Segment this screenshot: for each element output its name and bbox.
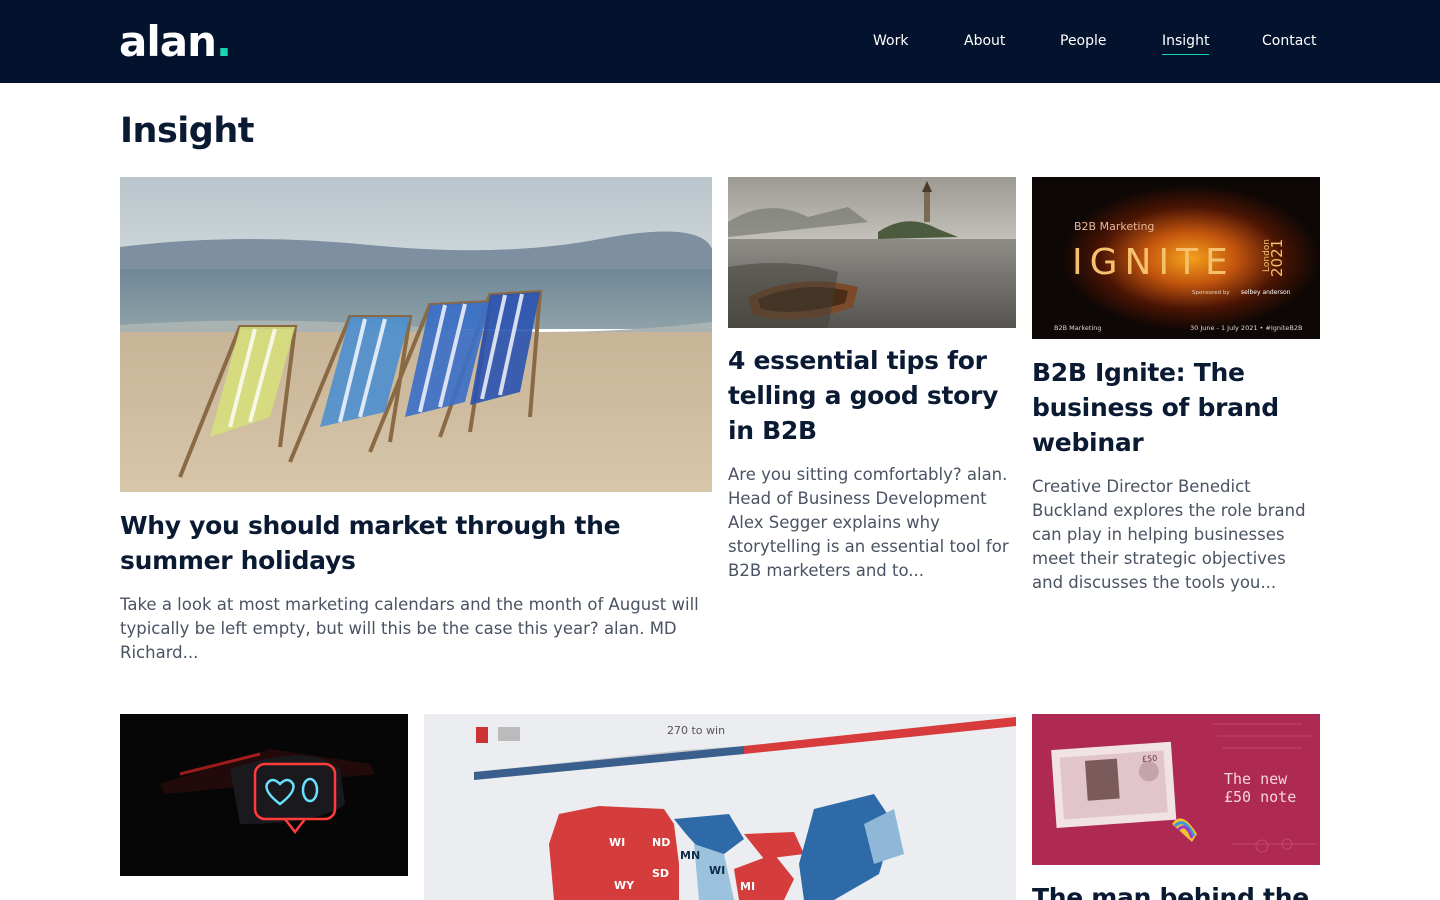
ignite-year-text: 2021 (1268, 239, 1286, 277)
nav-about[interactable]: About (964, 32, 1005, 54)
state-label: ND (652, 836, 670, 849)
ignite-sponsor-name: selbey anderson (1241, 289, 1291, 296)
state-label: WI (609, 836, 625, 849)
article-title[interactable]: The man behind the (1032, 880, 1320, 900)
ignite-sponsor-text: Sponsored by (1192, 290, 1230, 296)
nav-insight[interactable]: Insight (1162, 32, 1210, 55)
article-title[interactable]: Why you should market through the summer… (120, 508, 712, 578)
article-excerpt: Are you sitting comfortably? alan. Head … (728, 465, 1009, 580)
site-header: alan. Work About People Insight Contact (0, 0, 1440, 83)
article-card[interactable] (120, 714, 408, 900)
article-card[interactable]: 4 essential tips for telling a good stor… (728, 177, 1016, 597)
nav-people[interactable]: People (1060, 32, 1107, 54)
article-card[interactable]: B2B Marketing IGNITE London 2021 Sponsor… (1032, 177, 1320, 607)
state-label: WY (614, 879, 635, 892)
article-title[interactable]: B2B Ignite: The business of brand webina… (1032, 355, 1320, 460)
us-election-map-image[interactable]: 270 to win WI ND MN SD WY WI MI (424, 714, 1016, 900)
fifty-pound-note-image[interactable]: £50 The new £50 note (1032, 714, 1320, 865)
main-nav: Work About People Insight Contact (0, 32, 1440, 55)
b2b-ignite-banner[interactable]: B2B Marketing IGNITE London 2021 Sponsor… (1032, 177, 1320, 339)
state-label: MN (680, 849, 700, 862)
state-label: SD (652, 867, 669, 880)
map-headline-text: 270 to win (667, 724, 725, 737)
neon-heart-sign-image[interactable] (120, 714, 408, 876)
article-card[interactable]: £50 The new £50 note The man behind the (1032, 714, 1320, 900)
ignite-brand-text: B2B Marketing (1074, 220, 1154, 233)
state-label: WI (709, 864, 725, 877)
article-excerpt: Take a look at most marketing calendars … (120, 595, 699, 662)
article-card[interactable]: 270 to win WI ND MN SD WY WI MI (424, 714, 1016, 900)
article-excerpt: Creative Director Benedict Buckland expl… (1032, 477, 1306, 592)
nav-contact[interactable]: Contact (1262, 32, 1316, 54)
note-caption-line1: The new (1224, 770, 1288, 788)
article-card[interactable]: Why you should market through the summer… (120, 177, 712, 677)
state-label: MI (740, 880, 755, 893)
nav-work[interactable]: Work (873, 32, 908, 54)
beach-deckchairs-image[interactable] (120, 177, 712, 492)
lake-boat-image[interactable] (728, 177, 1016, 328)
ignite-footer-left: B2B Marketing (1054, 324, 1102, 332)
article-title[interactable]: 4 essential tips for telling a good stor… (728, 343, 1016, 448)
ignite-footer-right: 30 June - 1 July 2021 • #IgniteB2B (1190, 324, 1302, 332)
page-title: Insight (120, 111, 254, 151)
note-denomination-text: £50 (1142, 754, 1158, 764)
ignite-word-text: IGNITE (1072, 242, 1235, 283)
note-caption-line2: £50 note (1224, 788, 1296, 806)
